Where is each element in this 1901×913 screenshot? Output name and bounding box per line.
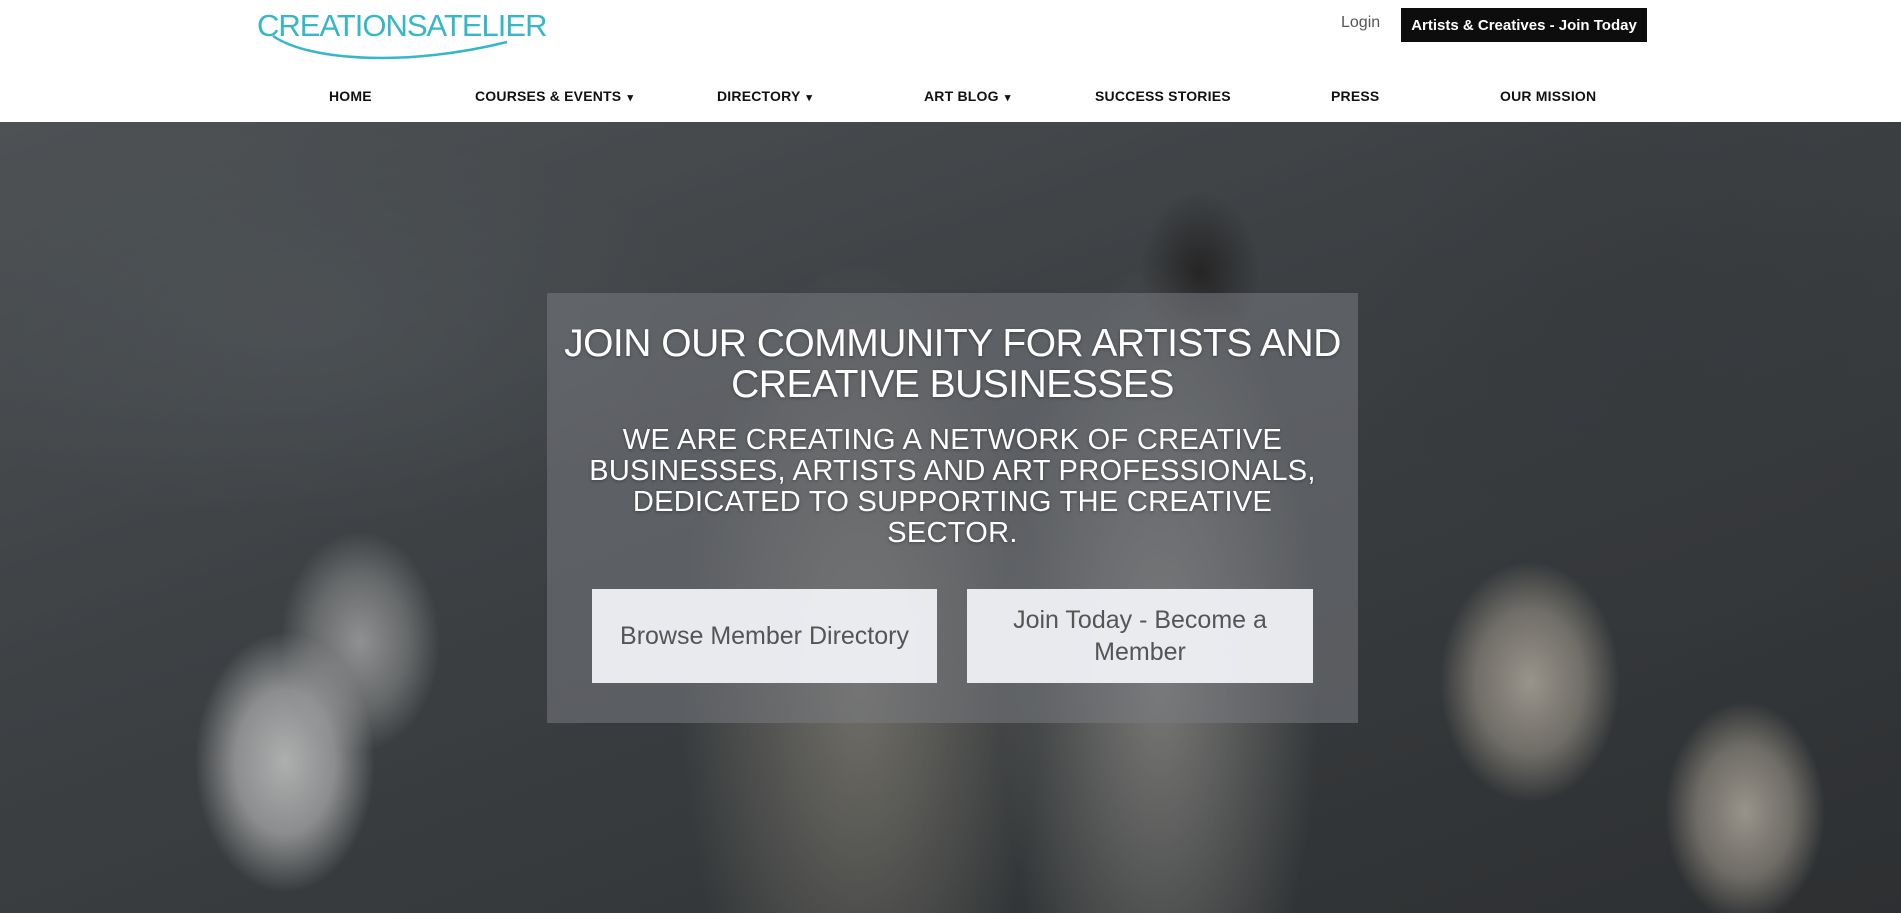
nav-directory-label: DIRECTORY bbox=[717, 88, 801, 104]
nav-home-label: HOME bbox=[329, 88, 372, 104]
nav-press[interactable]: PRESS bbox=[1331, 88, 1379, 104]
hero-title: JOIN OUR COMMUNITY FOR ARTISTS AND CREAT… bbox=[564, 322, 1341, 406]
nav-our-mission-label: OUR MISSION bbox=[1500, 88, 1597, 104]
nav-success-stories-label: SUCCESS STORIES bbox=[1095, 88, 1231, 104]
site-logo[interactable]: CREATIONSATELIER bbox=[257, 6, 547, 60]
site-header: CREATIONSATELIER Login Artists & Creativ… bbox=[0, 0, 1901, 122]
nav-courses-events-label: COURSES & EVENTS bbox=[475, 88, 622, 104]
hero-subtitle: WE ARE CREATING A NETWORK OF CREATIVE BU… bbox=[589, 424, 1316, 549]
chevron-down-icon: ▾ bbox=[806, 92, 813, 104]
nav-art-blog[interactable]: ART BLOG ▾ bbox=[924, 88, 1011, 104]
browse-directory-button[interactable]: Browse Member Directory bbox=[592, 589, 937, 683]
hero-content-box: JOIN OUR COMMUNITY FOR ARTISTS AND CREAT… bbox=[547, 293, 1358, 723]
nav-art-blog-label: ART BLOG bbox=[924, 88, 999, 104]
nav-success-stories[interactable]: SUCCESS STORIES bbox=[1095, 88, 1231, 104]
nav-directory[interactable]: DIRECTORY ▾ bbox=[717, 88, 812, 104]
hero-section: JOIN OUR COMMUNITY FOR ARTISTS AND CREAT… bbox=[0, 122, 1901, 913]
chevron-down-icon: ▾ bbox=[1004, 92, 1011, 104]
logo-swoosh-icon bbox=[272, 34, 508, 60]
nav-courses-events[interactable]: COURSES & EVENTS ▾ bbox=[475, 88, 633, 104]
chevron-down-icon: ▾ bbox=[627, 92, 634, 104]
become-member-button[interactable]: Join Today - Become a Member bbox=[967, 589, 1313, 683]
main-nav: HOME COURSES & EVENTS ▾ DIRECTORY ▾ ART … bbox=[0, 84, 1901, 112]
nav-our-mission[interactable]: OUR MISSION bbox=[1500, 88, 1596, 104]
login-link[interactable]: Login bbox=[1341, 14, 1380, 32]
nav-home[interactable]: HOME bbox=[329, 88, 372, 104]
join-today-button[interactable]: Artists & Creatives - Join Today bbox=[1401, 8, 1647, 42]
nav-press-label: PRESS bbox=[1331, 88, 1380, 104]
